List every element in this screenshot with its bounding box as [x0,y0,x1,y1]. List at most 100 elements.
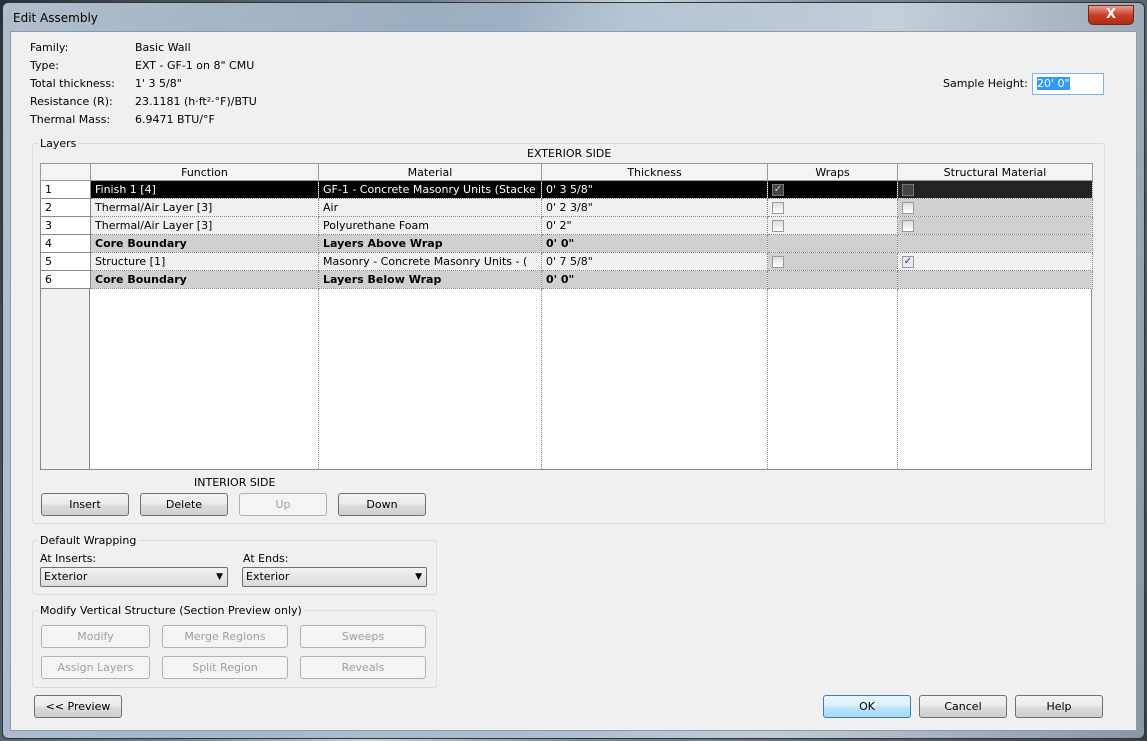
table-row[interactable]: 2 Thermal/Air Layer [3] Air 0' 2 3/8" [40,198,1093,217]
structural-checkbox[interactable] [902,202,914,214]
delete-button[interactable]: Delete [140,493,228,516]
thickness-label: Total thickness: [30,77,115,90]
at-ends-value: Exterior [246,570,290,583]
row-number-header [40,163,91,181]
function-cell[interactable]: Core Boundary [90,270,319,289]
row-number[interactable]: 4 [40,234,91,253]
up-button[interactable]: Up [239,493,327,516]
structural-checkbox[interactable] [902,220,914,232]
structural-cell [897,198,1093,217]
column-header-material[interactable]: Material [318,163,542,181]
structural-checkbox[interactable] [902,184,914,196]
wraps-checkbox[interactable] [772,256,784,268]
sample-height-label: Sample Height: [943,77,1028,90]
wraps-cell [767,252,898,271]
thickness-cell[interactable]: 0' 0" [541,270,768,289]
thickness-cell[interactable]: 0' 2 3/8" [541,198,768,217]
column-header-wraps[interactable]: Wraps [767,163,898,181]
thickness-cell[interactable]: 0' 3 5/8" [541,180,768,199]
wraps-checkbox[interactable]: ✓ [772,184,784,196]
wraps-checkbox[interactable] [772,202,784,214]
assign-layers-button[interactable]: Assign Layers [41,656,150,679]
sample-height-input[interactable]: 20' 0" [1032,73,1104,95]
row-number[interactable]: 3 [40,216,91,235]
table-header: Function Material Thickness Wraps Struct… [40,163,1093,181]
column-header-function[interactable]: Function [90,163,319,181]
help-button[interactable]: Help [1015,695,1103,718]
dialog-title: Edit Assembly [13,11,98,25]
family-label: Family: [30,41,69,54]
function-cell[interactable]: Structure [1] [90,252,319,271]
table-row[interactable]: 6 Core Boundary Layers Below Wrap 0' 0" [40,270,1093,289]
thickness-value: 1' 3 5/8" [135,77,182,90]
resistance-label: Resistance (R): [30,95,113,108]
default-wrapping-label: Default Wrapping [38,534,139,547]
table-row[interactable]: 5 Structure [1] Masonry - Concrete Mason… [40,252,1093,271]
vertical-structure-label: Modify Vertical Structure (Section Previ… [38,604,304,617]
structural-cell [897,216,1093,235]
sweeps-button[interactable]: Sweeps [300,625,426,648]
type-value: EXT - GF-1 on 8" CMU [135,59,255,72]
at-ends-select[interactable]: Exterior ▼ [242,567,427,587]
thickness-cell[interactable]: 0' 2" [541,216,768,235]
chevron-down-icon: ▼ [415,572,422,582]
material-cell[interactable]: Polyurethane Foam [318,216,542,235]
row-number[interactable]: 5 [40,252,91,271]
chevron-down-icon: ▼ [216,572,223,582]
table-row[interactable]: 4 Core Boundary Layers Above Wrap 0' 0" [40,234,1093,253]
material-cell[interactable]: Masonry - Concrete Masonry Units - ( [318,252,542,271]
material-cell[interactable]: Layers Below Wrap [318,270,542,289]
wraps-cell [767,216,898,235]
at-ends-label: At Ends: [243,552,289,565]
merge-regions-button[interactable]: Merge Regions [162,625,288,648]
function-cell[interactable]: Core Boundary [90,234,319,253]
column-header-structural-material[interactable]: Structural Material [897,163,1093,181]
sample-height-value: 20' 0" [1037,77,1070,90]
layers-group-label: Layers [38,137,79,150]
row-number[interactable]: 6 [40,270,91,289]
wraps-cell [767,270,898,289]
layers-table: Function Material Thickness Wraps Struct… [40,163,1093,289]
wraps-cell [767,234,898,253]
family-value: Basic Wall [135,41,191,54]
ok-button[interactable]: OK [823,695,911,718]
split-region-button[interactable]: Split Region [162,656,288,679]
row-number[interactable]: 1 [40,180,91,199]
down-button[interactable]: Down [338,493,426,516]
table-row[interactable]: 1 Finish 1 [4] GF-1 - Concrete Masonry U… [40,180,1093,199]
preview-button[interactable]: << Preview [34,695,122,718]
material-cell[interactable]: GF-1 - Concrete Masonry Units (Stacke [318,180,542,199]
material-cell[interactable]: Air [318,198,542,217]
at-inserts-select[interactable]: Exterior ▼ [40,567,228,587]
wraps-checkbox[interactable] [772,220,784,232]
wraps-cell [767,198,898,217]
reveals-button[interactable]: Reveals [300,656,426,679]
function-cell[interactable]: Thermal/Air Layer [3] [90,198,319,217]
thermal-mass-label: Thermal Mass: [30,113,111,126]
row-number[interactable]: 2 [40,198,91,217]
modify-button[interactable]: Modify [41,625,150,648]
function-cell[interactable]: Finish 1 [4] [90,180,319,199]
function-cell[interactable]: Thermal/Air Layer [3] [90,216,319,235]
thermal-mass-value: 6.9471 BTU/°F [135,113,215,126]
interior-side-label: INTERIOR SIDE [194,476,276,489]
structural-cell [897,180,1093,199]
structural-cell [897,270,1093,289]
table-empty-area [40,289,1092,470]
at-inserts-label: At Inserts: [40,552,97,565]
table-row[interactable]: 3 Thermal/Air Layer [3] Polyurethane Foa… [40,216,1093,235]
insert-button[interactable]: Insert [41,493,129,516]
column-header-thickness[interactable]: Thickness [541,163,768,181]
structural-cell [897,234,1093,253]
structural-checkbox[interactable]: ✓ [902,256,914,268]
thickness-cell[interactable]: 0' 7 5/8" [541,252,768,271]
wraps-cell: ✓ [767,180,898,199]
cancel-button[interactable]: Cancel [919,695,1007,718]
material-cell[interactable]: Layers Above Wrap [318,234,542,253]
resistance-value: 23.1181 (h·ft²·°F)/BTU [135,95,257,108]
close-button[interactable]: X [1088,5,1134,25]
type-label: Type: [30,59,59,72]
at-inserts-value: Exterior [44,570,88,583]
exterior-side-label: EXTERIOR SIDE [527,147,612,160]
thickness-cell[interactable]: 0' 0" [541,234,768,253]
